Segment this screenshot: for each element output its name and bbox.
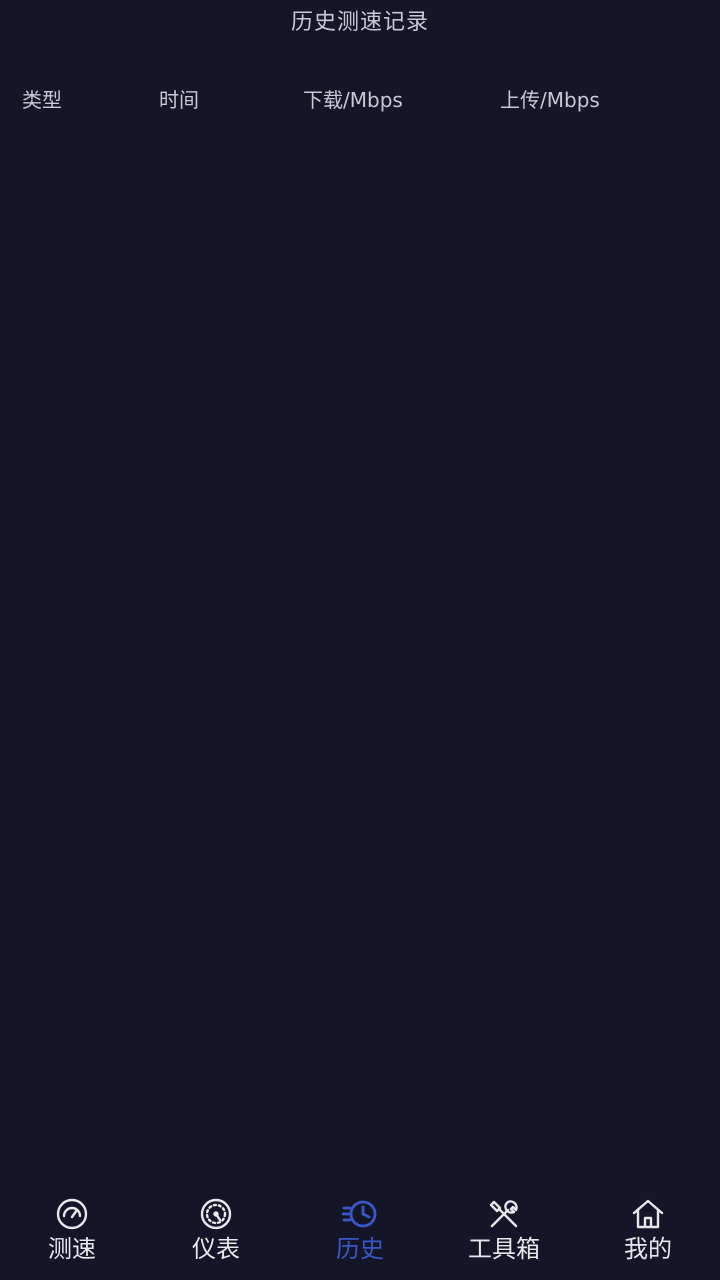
nav-item-mine[interactable]: 我的 <box>576 1190 720 1280</box>
column-header-time: 时间 <box>159 88 199 112</box>
column-header-download: 下载/Mbps <box>303 88 403 112</box>
nav-item-speedtest[interactable]: 测速 <box>0 1190 144 1280</box>
nav-item-label: 测速 <box>48 1235 96 1263</box>
column-header-type: 类型 <box>22 88 62 112</box>
history-list[interactable] <box>0 130 720 1180</box>
bottom-nav: 测速 仪表 历史 工具箱 我的 <box>0 1190 720 1280</box>
page-title: 历史测速记录 <box>290 10 429 35</box>
home-icon <box>632 1199 664 1229</box>
nav-item-history[interactable]: 历史 <box>288 1190 432 1280</box>
tools-icon <box>489 1200 518 1228</box>
nav-item-toolbox[interactable]: 工具箱 <box>432 1190 576 1280</box>
history-clock-icon <box>342 1200 377 1228</box>
nav-item-label: 历史 <box>336 1235 384 1263</box>
gauge-icon <box>200 1198 232 1230</box>
speedometer-icon <box>56 1198 88 1230</box>
nav-item-gauge[interactable]: 仪表 <box>144 1190 288 1280</box>
nav-item-label: 我的 <box>624 1235 672 1263</box>
nav-item-label: 仪表 <box>192 1235 240 1263</box>
column-header-upload: 上传/Mbps <box>500 88 600 112</box>
nav-item-label: 工具箱 <box>468 1235 540 1263</box>
